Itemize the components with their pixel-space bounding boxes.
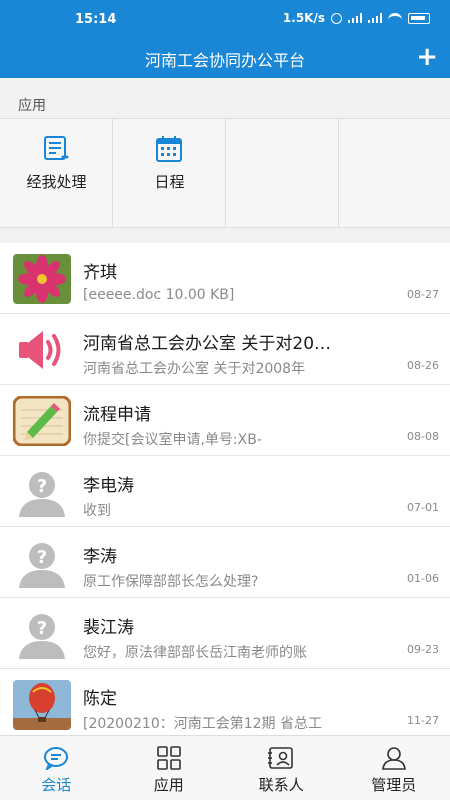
- conversation-list: 齐琪 [eeeee.doc 10.00 KB] 08-27 河南省总工会办公室 …: [0, 243, 450, 740]
- apps-section-label: 应用: [18, 98, 46, 114]
- conversation-row[interactable]: ? 裴江涛 您好，原法律部部长岳江南老师的账 09-23: [0, 598, 450, 669]
- calendar-icon: [156, 136, 182, 162]
- contact-card-icon: [268, 747, 294, 769]
- conversation-date: 08-27: [407, 288, 439, 301]
- speaker-icon: [13, 325, 71, 375]
- conversation-name: 裴江涛: [83, 618, 134, 638]
- network-speed: 1.5K/s: [282, 11, 325, 25]
- tab-apps[interactable]: 应用: [113, 736, 226, 800]
- app-item-label: 日程: [154, 173, 185, 191]
- tab-admin[interactable]: 管理员: [338, 736, 450, 800]
- conversation-date: 09-23: [407, 643, 439, 656]
- conversation-preview: 河南省总工会办公室 关于对2008年: [83, 361, 306, 377]
- conversation-row[interactable]: 齐琪 [eeeee.doc 10.00 KB] 08-27: [0, 243, 450, 314]
- signal-icon: [348, 13, 362, 23]
- tab-label: 联系人: [258, 776, 304, 794]
- bottom-tab-bar: 会话 应用 联系人 管理员: [0, 735, 450, 800]
- conversation-name: 齐琪: [83, 263, 117, 283]
- tab-chat[interactable]: 会话: [0, 736, 113, 800]
- document-list-icon: [44, 136, 69, 160]
- svg-text:?: ?: [37, 547, 47, 568]
- conversation-row[interactable]: 流程申请 你提交[会议室申请,单号:XB- 08-08: [0, 385, 450, 456]
- status-icons: 1.5K/s: [283, 11, 430, 25]
- conversation-preview: [20200210：河南工会第12期 省总工: [83, 716, 322, 732]
- unknown-user-icon: ?: [13, 609, 71, 659]
- tab-label: 管理员: [371, 776, 417, 794]
- conversation-preview: 您好，原法律部部长岳江南老师的账: [83, 645, 307, 661]
- app-item-schedule[interactable]: 日程: [113, 119, 226, 228]
- chat-bubble-icon: [44, 747, 69, 770]
- wifi-icon: [388, 13, 402, 23]
- avatar-flower: [13, 254, 71, 304]
- conversation-name: 李涛: [83, 547, 117, 567]
- conversation-name: 流程申请: [83, 405, 151, 425]
- avatar-balloon: [13, 680, 71, 730]
- conversation-date: 08-08: [407, 430, 439, 443]
- conversation-row[interactable]: 陈定 [20200210：河南工会第12期 省总工 11-27: [0, 669, 450, 740]
- conversation-name: 李电涛: [83, 476, 134, 496]
- conversation-row[interactable]: ? 李涛 原工作保障部部长怎么处理? 01-06: [0, 527, 450, 598]
- conversation-date: 08-26: [407, 359, 439, 372]
- alarm-icon: [331, 12, 342, 24]
- conversation-preview: 收到: [83, 503, 111, 519]
- title-bar: 河南工会协同办公平台 +: [0, 38, 450, 78]
- conversation-preview: 原工作保障部部长怎么处理?: [83, 574, 259, 590]
- conversation-preview: [eeeee.doc 10.00 KB]: [83, 287, 235, 303]
- battery-icon: [408, 12, 430, 24]
- conversation-name: 陈定: [83, 689, 117, 709]
- conversation-date: 07-01: [407, 501, 439, 514]
- app-grid: 经我处理 日程: [0, 118, 450, 228]
- add-button[interactable]: +: [416, 42, 438, 72]
- status-time: 15:14: [75, 12, 117, 27]
- conversation-date: 01-06: [407, 572, 439, 585]
- app-item-label: 经我处理: [26, 173, 87, 191]
- app-item-my-tasks[interactable]: 经我处理: [0, 119, 113, 228]
- conversation-name: 河南省总工会办公室 关于对20…: [83, 334, 332, 354]
- svg-text:?: ?: [37, 618, 47, 639]
- tab-label: 应用: [153, 776, 184, 794]
- unknown-user-icon: ?: [13, 467, 71, 517]
- conversation-preview: 你提交[会议室申请,单号:XB-: [83, 432, 262, 448]
- conversation-row[interactable]: 河南省总工会办公室 关于对20… 河南省总工会办公室 关于对2008年 08-2…: [0, 314, 450, 385]
- tab-contacts[interactable]: 联系人: [225, 736, 338, 800]
- page-title: 河南工会协同办公平台: [144, 51, 305, 70]
- grid-icon: [156, 746, 181, 770]
- tab-label: 会话: [41, 776, 72, 794]
- status-bar: 15:14 1.5K/s: [0, 0, 450, 38]
- unknown-user-icon: ?: [13, 538, 71, 588]
- svg-text:?: ?: [37, 476, 47, 497]
- conversation-date: 11-27: [407, 714, 439, 727]
- person-icon: [381, 747, 406, 770]
- conversation-row[interactable]: ? 李电涛 收到 07-01: [0, 456, 450, 527]
- pencil-notepad-icon: [13, 396, 71, 446]
- signal-icon: [368, 13, 382, 23]
- app-item-empty: [226, 119, 339, 228]
